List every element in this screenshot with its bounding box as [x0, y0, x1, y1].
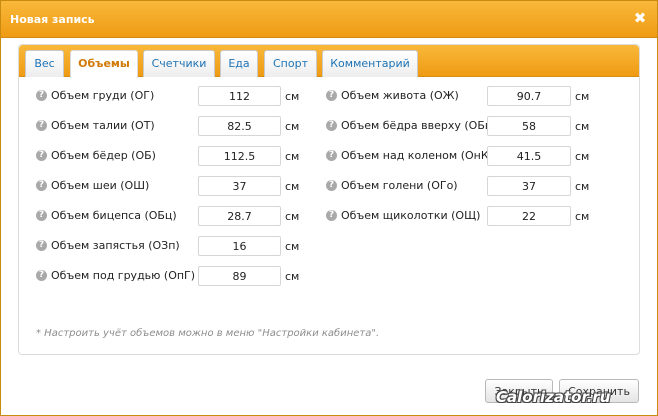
field-label: Объем груди (ОГ)	[51, 89, 155, 102]
help-icon[interactable]: ?	[326, 90, 337, 101]
unit-label: см	[285, 150, 300, 163]
field-row-neck: ? Объем шеи (ОШ) см	[19, 176, 319, 196]
unit-label: см	[285, 270, 300, 283]
field-row-biceps: ? Объем бицепса (ОБц) см	[19, 206, 319, 226]
tab-comment[interactable]: Комментарий	[322, 50, 418, 77]
help-icon[interactable]: ?	[326, 120, 337, 131]
upper-thigh-input[interactable]	[487, 116, 571, 136]
help-icon[interactable]: ?	[36, 270, 47, 281]
tab-food[interactable]: Еда	[220, 50, 258, 77]
help-icon[interactable]: ?	[36, 240, 47, 251]
field-row-above-knee: ? Объем над коленом (ОнК) см	[319, 146, 619, 166]
site-watermark: Calorizator.ru	[496, 388, 611, 406]
field-label: Объем шеи (ОШ)	[51, 179, 150, 192]
field-label: Объем бицепса (ОБц)	[51, 209, 177, 222]
tab-sport[interactable]: Спорт	[264, 50, 317, 77]
dialog-titlebar[interactable]: Новая запись ✖	[1, 1, 657, 38]
unit-label: см	[285, 120, 300, 133]
field-label: Объем щиколотки (ОЩ)	[341, 209, 481, 222]
unit-label: см	[285, 210, 300, 223]
unit-label: см	[575, 120, 590, 133]
waist-input[interactable]	[198, 116, 281, 136]
above-knee-input[interactable]	[487, 146, 571, 166]
help-icon[interactable]: ?	[36, 210, 47, 221]
help-icon[interactable]: ?	[326, 180, 337, 191]
wrist-input[interactable]	[198, 236, 281, 256]
close-icon[interactable]: ✖	[633, 11, 647, 26]
field-row-calf: ? Объем голени (ОГо) см	[319, 176, 619, 196]
tab-volumes[interactable]: Объемы	[70, 50, 138, 78]
field-row-belly: ? Объем живота (ОЖ) см	[319, 86, 619, 106]
calf-input[interactable]	[487, 176, 571, 196]
field-label: Объем под грудью (ОпГ)	[51, 269, 196, 282]
chest-input[interactable]	[198, 86, 281, 106]
tab-bar: Вес Объемы Счетчики Еда Спорт Комментари…	[19, 45, 639, 78]
help-icon[interactable]: ?	[326, 150, 337, 161]
unit-label: см	[575, 210, 590, 223]
unit-label: см	[575, 150, 590, 163]
unit-label: см	[285, 240, 300, 253]
belly-input[interactable]	[487, 86, 571, 106]
field-row-underbust: ? Объем под грудью (ОпГ) см	[19, 266, 319, 286]
unit-label: см	[575, 90, 590, 103]
field-label: Объем запястья (ОЗп)	[51, 239, 180, 252]
help-icon[interactable]: ?	[36, 180, 47, 191]
field-row-chest: ? Объем груди (ОГ) см	[19, 86, 319, 106]
tab-counters[interactable]: Счетчики	[143, 50, 215, 77]
help-icon[interactable]: ?	[326, 210, 337, 221]
field-label: Объем над коленом (ОнК)	[341, 149, 493, 162]
tab-weight[interactable]: Вес	[25, 50, 64, 77]
field-row-ankle: ? Объем щиколотки (ОЩ) см	[319, 206, 619, 226]
underbust-input[interactable]	[198, 266, 281, 286]
dialog-title: Новая запись	[10, 13, 95, 26]
field-row-upper-thigh: ? Объем бёдра вверху (ОБв) см	[319, 116, 619, 136]
field-label: Объем голени (ОГо)	[341, 179, 458, 192]
settings-note: * Настроить учёт объемов можно в меню "Н…	[36, 328, 380, 339]
help-icon[interactable]: ?	[36, 150, 47, 161]
tab-panel: Вес Объемы Счетчики Еда Спорт Комментари…	[18, 44, 640, 355]
unit-label: см	[285, 180, 300, 193]
field-row-wrist: ? Объем запястья (ОЗп) см	[19, 236, 319, 256]
biceps-input[interactable]	[198, 206, 281, 226]
field-label: Объем талии (ОТ)	[51, 119, 155, 132]
unit-label: см	[285, 90, 300, 103]
help-icon[interactable]: ?	[36, 90, 47, 101]
hips-input[interactable]	[198, 146, 281, 166]
neck-input[interactable]	[198, 176, 281, 196]
ankle-input[interactable]	[487, 206, 571, 226]
field-label: Объем бёдра вверху (ОБв)	[341, 119, 496, 132]
field-row-waist: ? Объем талии (ОТ) см	[19, 116, 319, 136]
new-entry-dialog: Новая запись ✖ Вес Объемы Счетчики Еда С…	[0, 0, 658, 416]
help-icon[interactable]: ?	[36, 120, 47, 131]
field-label: Объем бёдер (ОБ)	[51, 149, 156, 162]
unit-label: см	[575, 180, 590, 193]
field-row-hips: ? Объем бёдер (ОБ) см	[19, 146, 319, 166]
field-label: Объем живота (ОЖ)	[341, 89, 459, 102]
